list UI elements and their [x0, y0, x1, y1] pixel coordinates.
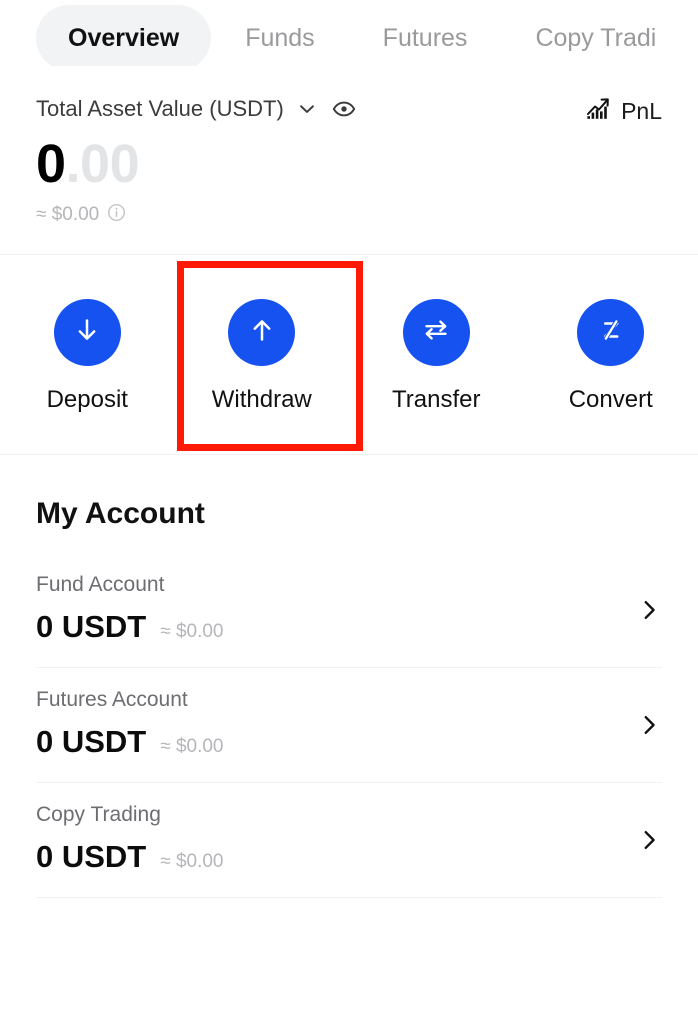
account-usd-value: ≈ $0.00	[160, 850, 224, 872]
account-values: 0 USDT ≈ $0.00	[36, 724, 662, 760]
pnl-label: PnL	[621, 98, 662, 124]
account-row-futures[interactable]: Futures Account 0 USDT ≈ $0.00	[36, 668, 662, 783]
account-name: Futures Account	[36, 687, 188, 711]
total-asset-amount: 0.00	[36, 136, 662, 193]
transfer-label: Transfer	[392, 385, 481, 413]
deposit-button[interactable]: Deposit	[0, 298, 175, 414]
approx-usd-row: ≈ $0.00	[36, 203, 662, 228]
arrow-up-icon	[244, 312, 280, 353]
pnl-button[interactable]: PnL	[585, 96, 662, 127]
convert-icon-circle	[577, 298, 645, 366]
tab-funds[interactable]: Funds	[211, 5, 348, 66]
withdraw-icon-circle	[228, 298, 296, 366]
withdraw-button[interactable]: Withdraw	[175, 298, 350, 414]
transfer-arrows-icon	[418, 312, 454, 353]
chevron-right-icon[interactable]	[636, 597, 662, 623]
arrow-down-icon	[69, 312, 105, 353]
convert-label: Convert	[568, 385, 653, 413]
account-usd-value: ≈ $0.00	[160, 735, 224, 757]
convert-z-icon	[593, 312, 629, 353]
tab-copy-trading[interactable]: Copy Tradi	[501, 5, 690, 66]
chevron-right-icon[interactable]	[636, 712, 662, 738]
account-row-copy-trading[interactable]: Copy Trading 0 USDT ≈ $0.00	[36, 783, 662, 898]
amount-integer-part: 0	[36, 134, 66, 194]
tab-overview[interactable]: Overview	[36, 5, 212, 66]
account-values: 0 USDT ≈ $0.00	[36, 609, 662, 645]
convert-button[interactable]: Convert	[524, 298, 698, 414]
approx-usd-value: ≈ $0.00	[36, 204, 100, 226]
chevron-down-icon[interactable]	[296, 98, 318, 120]
top-tab-bar: Overview Funds Futures Copy Tradi	[0, 0, 698, 66]
total-asset-section: Total Asset Value (USDT) PnL 0.00 ≈ $0.0…	[0, 66, 698, 228]
account-amount: 0 USDT	[36, 838, 147, 874]
tab-futures[interactable]: Futures	[349, 5, 502, 66]
account-usd-value: ≈ $0.00	[160, 620, 224, 642]
account-values: 0 USDT ≈ $0.00	[36, 839, 662, 875]
deposit-icon-circle	[53, 298, 121, 366]
total-asset-label: Total Asset Value (USDT)	[36, 96, 284, 121]
transfer-icon-circle	[402, 298, 470, 366]
info-circle-icon[interactable]	[107, 203, 126, 228]
quick-actions-section: Deposit Withdraw Transfer Convert	[0, 253, 698, 455]
eye-visible-icon[interactable]	[332, 97, 356, 121]
quick-actions-row: Deposit Withdraw Transfer Convert	[0, 255, 698, 454]
amount-decimal-part: .00	[65, 134, 140, 194]
account-name: Copy Trading	[36, 802, 161, 826]
deposit-label: Deposit	[46, 385, 128, 413]
chevron-right-icon[interactable]	[636, 827, 662, 853]
account-name: Fund Account	[36, 572, 165, 596]
withdraw-label: Withdraw	[211, 385, 312, 413]
asset-header-row: Total Asset Value (USDT)	[36, 96, 662, 122]
account-amount: 0 USDT	[36, 723, 147, 759]
my-account-title: My Account	[36, 496, 205, 530]
my-account-list: Fund Account 0 USDT ≈ $0.00 Futures Acco…	[0, 553, 698, 898]
chart-growth-icon	[585, 96, 611, 127]
account-amount: 0 USDT	[36, 608, 147, 644]
account-row-fund[interactable]: Fund Account 0 USDT ≈ $0.00	[36, 553, 662, 668]
transfer-button[interactable]: Transfer	[349, 298, 524, 414]
